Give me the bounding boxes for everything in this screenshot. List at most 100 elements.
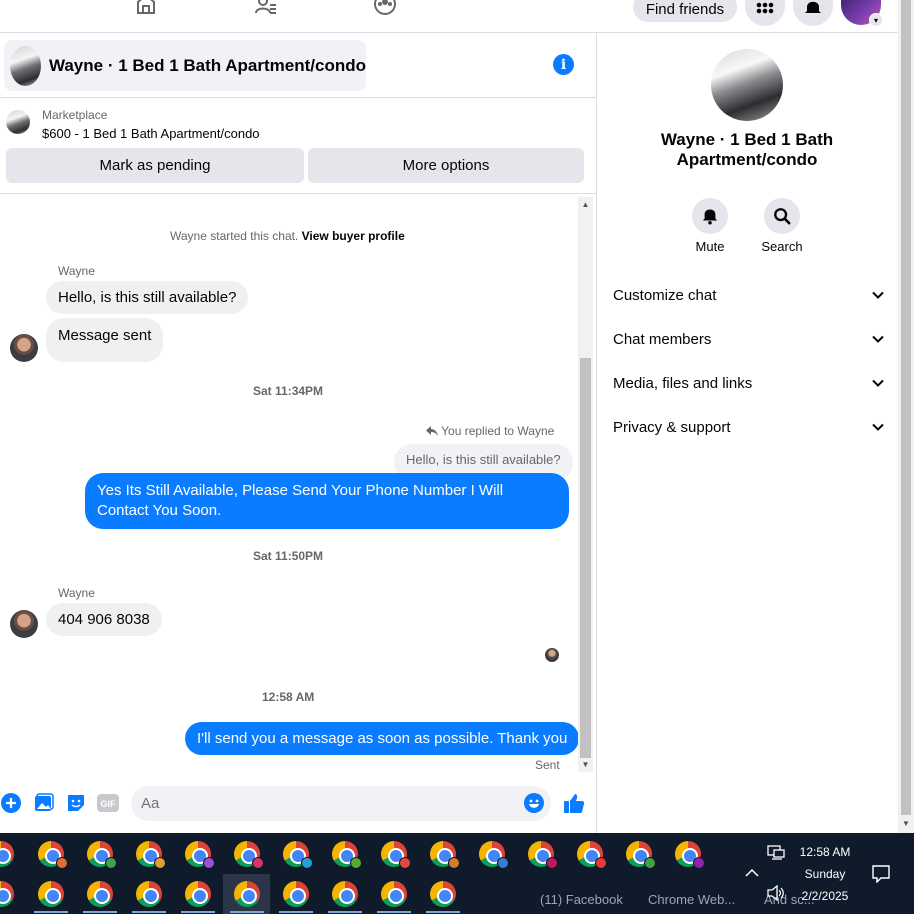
info-icon[interactable]: i (553, 54, 574, 75)
chat-header[interactable]: Wayne · 1 Bed 1 Bath Apartment/condo (4, 40, 366, 91)
chrome-icon[interactable] (87, 881, 113, 907)
reply-icon (426, 426, 438, 436)
network-icon[interactable] (767, 845, 785, 861)
customize-chat-row[interactable]: Customize chat (613, 280, 885, 310)
panel-divider (596, 33, 597, 833)
clock-date[interactable]: 2/2/2025 (785, 889, 865, 903)
profile-badge (546, 857, 558, 869)
page-scrollbar-thumb[interactable] (901, 0, 911, 815)
reply-label: You replied to Wayne (426, 424, 554, 438)
chrome-icon[interactable] (185, 881, 211, 907)
chrome-icon[interactable] (283, 881, 309, 907)
mute-button[interactable] (692, 198, 728, 234)
mark-as-pending-button[interactable]: Mark as pending (6, 148, 304, 183)
media-files-links-row[interactable]: Media, files and links (613, 368, 885, 398)
row-label: Privacy & support (613, 418, 731, 436)
chrome-icon[interactable] (136, 881, 162, 907)
home-icon[interactable] (134, 0, 158, 16)
find-friends-button[interactable]: Find friends (633, 0, 737, 22)
groups-icon[interactable] (373, 0, 397, 16)
notification-center-icon[interactable] (872, 865, 890, 883)
chrome-icon[interactable] (38, 881, 64, 907)
profile-badge (252, 857, 264, 869)
gif-icon[interactable]: GIF (97, 793, 119, 813)
view-buyer-profile-link[interactable]: View buyer profile (302, 229, 405, 243)
photo-icon[interactable] (34, 793, 54, 813)
running-indicator (377, 911, 411, 913)
chevron-down-icon (872, 379, 884, 387)
clock-time[interactable]: 12:58 AM (785, 845, 865, 859)
profile-badge (105, 857, 117, 869)
divider (0, 97, 597, 98)
row-label: Customize chat (613, 286, 717, 304)
running-indicator (230, 911, 264, 913)
profile-badge (595, 857, 607, 869)
marketplace-label: Marketplace (42, 108, 108, 122)
account-avatar[interactable]: ▾ (841, 0, 883, 27)
sender-avatar[interactable] (10, 610, 38, 638)
chat-started-notice: Wayne started this chat. View buyer prof… (170, 229, 405, 243)
scroll-down-arrow-icon[interactable]: ▼ (578, 757, 593, 772)
chevron-down-icon: ▾ (869, 13, 883, 27)
read-receipt-avatar (545, 648, 559, 662)
divider (0, 193, 597, 194)
taskbar: (11) Facebook Chrome Web... And sc... 12… (0, 833, 914, 914)
notifications-button[interactable] (793, 0, 833, 26)
chrome-icon[interactable] (0, 881, 14, 907)
chrome-icon[interactable] (0, 841, 14, 867)
sender-avatar[interactable] (10, 334, 38, 362)
sent-status: Sent (535, 758, 560, 772)
privacy-support-row[interactable]: Privacy & support (613, 412, 885, 442)
message-input[interactable] (131, 786, 551, 821)
sender-name: Wayne (58, 264, 95, 278)
scroll-up-arrow-icon[interactable]: ▲ (578, 197, 593, 212)
taskbar-label[interactable]: Chrome Web... (648, 892, 735, 907)
listing-thumbnail (10, 45, 41, 86)
timestamp: Sat 11:34PM (253, 384, 324, 398)
speaker-icon[interactable] (767, 885, 785, 901)
like-icon[interactable] (563, 793, 585, 813)
emoji-icon[interactable] (524, 793, 544, 813)
row-label: Media, files and links (613, 374, 753, 392)
menu-button[interactable] (745, 0, 785, 26)
grid-menu-icon (756, 2, 774, 14)
friends-icon[interactable] (254, 0, 278, 16)
search-icon (774, 208, 791, 225)
chrome-icon[interactable] (381, 881, 407, 907)
chrome-icon[interactable] (332, 881, 358, 907)
clock-day[interactable]: Sunday (785, 867, 865, 881)
outgoing-message[interactable]: I'll send you a message as soon as possi… (185, 722, 580, 755)
incoming-message[interactable]: Message sent (46, 318, 164, 362)
profile-badge (448, 857, 460, 869)
listing-price-title[interactable]: $600 - 1 Bed 1 Bath Apartment/condo (42, 126, 260, 141)
chat-scrollbar-thumb[interactable] (580, 358, 591, 758)
taskbar-label[interactable]: (11) Facebook (540, 892, 623, 907)
mute-label: Mute (695, 239, 725, 254)
running-indicator (34, 911, 68, 913)
sticker-icon[interactable] (66, 793, 86, 813)
incoming-message[interactable]: Hello, is this still available? (46, 281, 249, 314)
message-text: Message sent (58, 327, 152, 344)
chevron-up-icon[interactable] (745, 868, 759, 878)
timestamp: 12:58 AM (262, 690, 315, 704)
search-button[interactable] (764, 198, 800, 234)
chat-title: Wayne · 1 Bed 1 Bath Apartment/condo (48, 55, 366, 75)
chat-members-row[interactable]: Chat members (613, 324, 885, 354)
listing-small-thumbnail[interactable] (6, 110, 30, 134)
sender-name: Wayne (58, 586, 95, 600)
running-indicator (83, 911, 117, 913)
page-scroll-down-icon[interactable]: ▼ (898, 816, 914, 831)
svg-text:GIF: GIF (101, 799, 117, 809)
panel-title: Wayne · 1 Bed 1 Bath Apartment/condo (660, 130, 834, 169)
profile-badge (644, 857, 656, 869)
chrome-icon[interactable] (430, 881, 456, 907)
running-indicator (426, 911, 460, 913)
plus-icon[interactable] (1, 793, 21, 813)
listing-profile-photo[interactable] (711, 49, 783, 121)
more-options-button[interactable]: More options (308, 148, 584, 183)
running-indicator (181, 911, 215, 913)
incoming-message[interactable]: 404 906 8038 (46, 603, 162, 636)
row-label: Chat members (613, 330, 712, 348)
chrome-icon[interactable] (234, 881, 260, 907)
outgoing-message[interactable]: Yes Its Still Available, Please Send You… (85, 473, 569, 529)
